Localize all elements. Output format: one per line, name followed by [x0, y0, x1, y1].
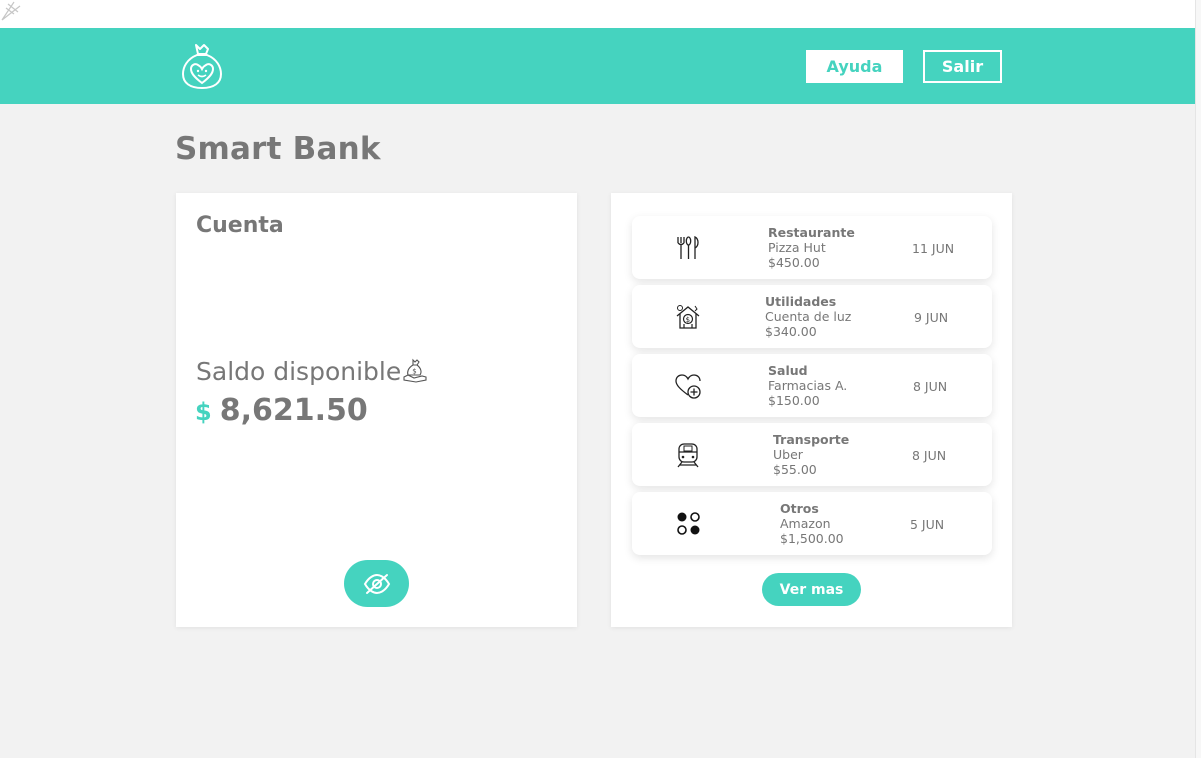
balance-amount-row: $ 8,621.50 — [195, 393, 368, 428]
transaction-category: Salud — [768, 363, 808, 378]
svg-text:$: $ — [412, 368, 416, 376]
utensils-icon — [677, 235, 699, 259]
transaction-description: Pizza Hut — [768, 240, 826, 255]
transaction-list: Restaurante Pizza Hut $450.00 11 JUN $ U… — [632, 216, 992, 561]
money-bag-logo-icon[interactable] — [180, 42, 224, 90]
svg-text:$: $ — [686, 316, 690, 324]
heart-plus-icon — [675, 374, 701, 399]
transaction-text: Restaurante Pizza Hut $450.00 — [768, 225, 855, 270]
transaction-item[interactable]: Restaurante Pizza Hut $450.00 11 JUN — [632, 216, 992, 279]
transactions-card: Restaurante Pizza Hut $450.00 11 JUN $ U… — [611, 193, 1012, 627]
transaction-item[interactable]: Salud Farmacias A. $150.00 8 JUN — [632, 354, 992, 417]
currency-symbol: $ — [195, 398, 212, 426]
scrollbar[interactable] — [1195, 0, 1201, 758]
dots-icon — [677, 512, 700, 535]
transaction-date: 8 JUN — [912, 448, 947, 463]
train-icon — [677, 443, 699, 468]
transaction-category: Otros — [780, 501, 819, 516]
balance-amount: 8,621.50 — [219, 393, 368, 428]
eye-off-icon — [363, 573, 390, 594]
transaction-amount: $450.00 — [768, 255, 820, 270]
balance-label-row: Saldo disponible $ — [196, 357, 428, 386]
transaction-category: Restaurante — [768, 225, 855, 240]
transaction-amount: $1,500.00 — [780, 531, 844, 546]
transaction-text: Otros Amazon $1,500.00 — [780, 501, 844, 546]
page: Ayuda Salir Smart Bank Cuenta Saldo disp… — [0, 0, 1201, 758]
transaction-amount: $340.00 — [765, 324, 817, 339]
transaction-text: Utilidades Cuenta de luz $340.00 — [765, 294, 851, 339]
transaction-date: 9 JUN — [914, 310, 949, 325]
transaction-amount: $150.00 — [768, 393, 820, 408]
balance-label: Saldo disponible — [196, 357, 402, 386]
transaction-amount: $55.00 — [773, 462, 817, 477]
transaction-date: 11 JUN — [912, 241, 955, 256]
transaction-description: Cuenta de luz — [765, 309, 852, 324]
transaction-category: Utilidades — [765, 294, 837, 309]
transaction-date: 8 JUN — [913, 379, 948, 394]
account-title: Cuenta — [196, 213, 284, 238]
help-button[interactable]: Ayuda — [806, 50, 903, 83]
transaction-description: Farmacias A. — [768, 378, 848, 393]
top-strip — [0, 0, 1195, 28]
transaction-category: Transporte — [773, 432, 850, 447]
transaction-date: 5 JUN — [910, 517, 945, 532]
hide-balance-button[interactable] — [344, 560, 409, 607]
transaction-description: Amazon — [780, 516, 831, 531]
transaction-text: Salud Farmacias A. $150.00 — [768, 363, 847, 408]
transaction-text: Transporte Uber $55.00 — [773, 432, 849, 477]
see-more-button[interactable]: Ver mas — [762, 573, 861, 606]
corner-drag-icon — [1, 1, 21, 21]
transaction-item[interactable]: Otros Amazon $1,500.00 5 JUN — [632, 492, 992, 555]
house-bill-icon: $ — [676, 305, 700, 329]
page-title: Smart Bank — [175, 131, 381, 167]
transaction-description: Uber — [773, 447, 803, 462]
account-card: Cuenta Saldo disponible $ $ 8,621.50 — [176, 193, 577, 627]
transaction-item[interactable]: Transporte Uber $55.00 8 JUN — [632, 423, 992, 486]
main-content: Smart Bank Cuenta Saldo disponible $ $ 8… — [0, 104, 1195, 758]
logout-button[interactable]: Salir — [923, 50, 1002, 83]
money-in-hand-icon: $ — [403, 358, 427, 383]
transaction-item[interactable]: $ Utilidades Cuenta de luz $340.00 9 JUN — [632, 285, 992, 348]
top-header: Ayuda Salir — [0, 28, 1195, 104]
